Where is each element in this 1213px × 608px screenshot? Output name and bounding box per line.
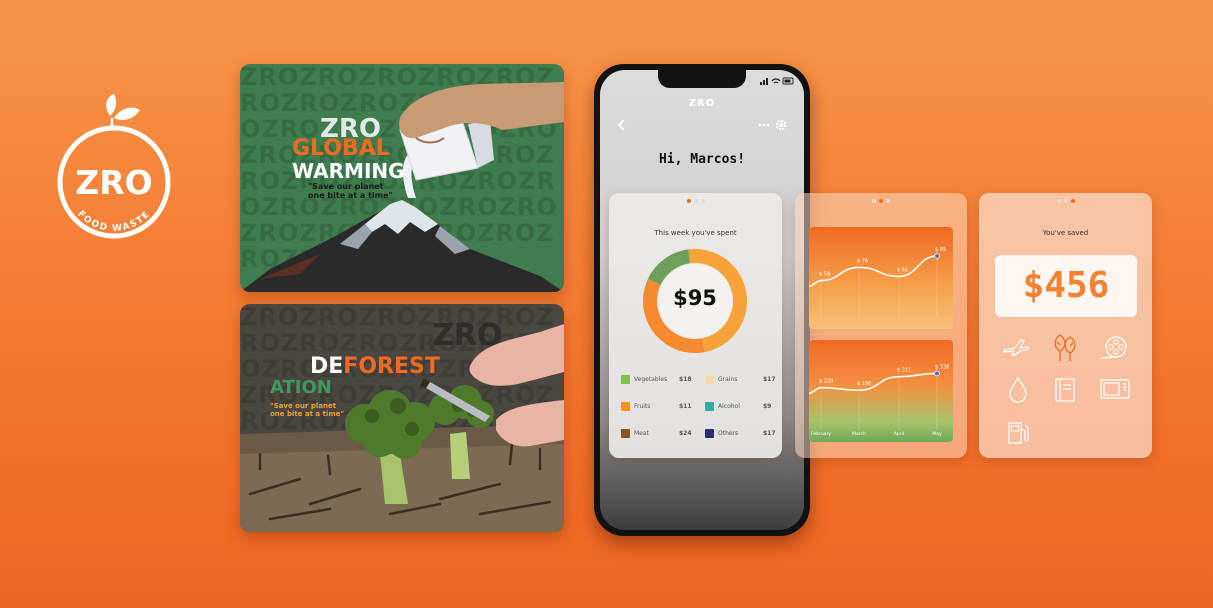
legend-swatch: [705, 375, 714, 384]
chart-value-label: $ 61: [897, 267, 908, 273]
film-reel-icon: [1100, 336, 1127, 359]
more-dots-icon[interactable]: [758, 122, 770, 128]
chart-value-label: $ 311: [897, 368, 911, 374]
chart-x-label: March: [852, 431, 866, 437]
saved-label: You've saved: [1042, 229, 1089, 237]
saved-amount: $456: [1022, 265, 1110, 306]
legend-amount: $18: [679, 376, 692, 383]
chart-x-label: April: [894, 431, 904, 437]
page-dot[interactable]: [879, 199, 883, 203]
back-chevron-icon[interactable]: [616, 118, 626, 132]
legend-name: Others: [718, 430, 739, 437]
poster-slogan-line1: "Save our planet: [270, 402, 337, 410]
legend-name: Meat: [634, 430, 649, 437]
legend-name: Fruits: [634, 403, 651, 410]
battery-icon: [782, 77, 794, 85]
zro-logo: ZRO FOOD WASTE: [52, 90, 187, 245]
phone-notch: [658, 70, 746, 88]
poster-brand: ZRO: [432, 318, 503, 353]
legend-swatch: [705, 402, 714, 411]
chart-value-label: $ 220: [819, 379, 833, 385]
settings-gear-icon[interactable]: [774, 118, 788, 132]
legend-swatch: [621, 402, 630, 411]
signal-icon: [760, 78, 768, 85]
weekly-trend-chart: $ 54 $ 76 $ 61 $ 95: [809, 227, 953, 329]
poster-title-line1: DEFOREST: [310, 354, 440, 379]
legend-amount: $17: [763, 430, 776, 437]
page-dots: [795, 199, 967, 203]
savings-card[interactable]: You've saved $456: [979, 193, 1152, 458]
spending-trend-card[interactable]: $ 54 $ 76 $ 61 $ 95 $ 220 $ 198 $ 311 $ 338 Feb…: [795, 193, 967, 458]
poster-title-line2: WARMING: [292, 159, 405, 183]
weekly-spent-card[interactable]: This week you've spent $95 Vegetables $1…: [609, 193, 782, 458]
chart-value-label: $ 76: [857, 258, 868, 264]
poster-title-line2: ATION: [270, 377, 332, 398]
page-dot[interactable]: [686, 199, 691, 203]
logo-brand-text: ZRO: [75, 163, 152, 202]
poster-slogan-line2: one bite at a time": [308, 191, 393, 200]
legend-amount: $9: [763, 403, 772, 410]
monthly-trend-chart: $ 220 $ 198 $ 311 $ 338 February March April Ma…: [809, 340, 953, 442]
legend-name: Grains: [718, 376, 738, 383]
logo-graphic: ZRO FOOD WASTE: [57, 94, 171, 239]
poster-deforestation[interactable]: ZROZROZROZROZROZROZROZROZROZROZROZROZROZ…: [240, 304, 564, 532]
wifi-icon: [771, 78, 781, 84]
legend-amount: $11: [679, 403, 692, 410]
poster-slogan-line1: "Save our planet: [308, 182, 384, 191]
chart-x-label: February: [811, 431, 831, 437]
legend-amount: $24: [679, 430, 692, 437]
spent-total: $95: [673, 286, 717, 310]
saved-amount-box: $456: [995, 255, 1137, 317]
deforestation-illustration: [240, 324, 564, 532]
legend-name: Alcohol: [718, 403, 740, 410]
chart-value-label: $ 338: [935, 364, 949, 370]
monthly-trend-svg: $ 220 $ 198 $ 311 $ 338 February March April Ma…: [809, 364, 949, 437]
poster-global-warming[interactable]: ZROZROZROZROZROZROZROZROZROZROZROZROZROZ…: [240, 64, 564, 292]
water-drop-icon: [1009, 376, 1027, 403]
app-brand: ZRO: [688, 98, 716, 109]
microwave-icon: [1100, 379, 1130, 399]
chart-point: [934, 370, 940, 377]
page-dot[interactable]: [1056, 199, 1061, 203]
poster-title-line1: GLOBAL: [292, 136, 390, 161]
poster-title-accent: FOREST: [343, 354, 440, 379]
weekly-trend-svg: $ 54 $ 76 $ 61 $ 95: [809, 247, 946, 317]
legend-name: Vegetables: [634, 376, 668, 383]
page-dots: [979, 199, 1152, 203]
legend-swatch: [621, 429, 630, 438]
chart-value-label: $ 95: [935, 247, 946, 253]
chart-value-label: $ 54: [819, 272, 830, 278]
greeting: Hi, Marcos!: [658, 152, 746, 167]
airplane-icon: [1003, 339, 1030, 356]
poster-slogan-line2: one bite at a time": [270, 410, 345, 418]
page-dot[interactable]: [700, 199, 705, 203]
chart-value-label: $ 198: [857, 381, 871, 387]
page-dot[interactable]: [886, 199, 890, 203]
spent-label: This week you've spent: [654, 229, 737, 237]
chart-point: [934, 253, 940, 259]
page-dot[interactable]: [872, 199, 876, 203]
page-dot[interactable]: [1070, 199, 1075, 203]
fuel-pump-icon: [1008, 422, 1029, 444]
page-dots: [609, 199, 782, 203]
legend-swatch: [621, 375, 630, 384]
book-icon: [1055, 378, 1075, 402]
trees-icon: [1054, 334, 1076, 361]
chart-x-label: May: [932, 431, 942, 437]
legend-amount: $17: [763, 376, 776, 383]
page-dot[interactable]: [693, 199, 698, 203]
legend-swatch: [705, 429, 714, 438]
status-bar-icons: [760, 77, 794, 85]
page-dot[interactable]: [1063, 199, 1068, 203]
